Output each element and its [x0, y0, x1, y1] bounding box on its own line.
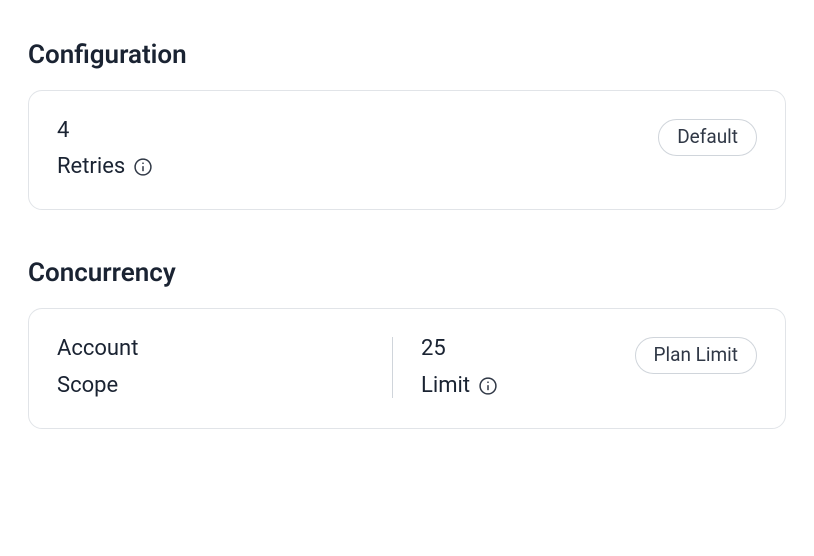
configuration-section: Configuration 4 Retries Default: [28, 40, 786, 210]
limit-content: 25 Limit: [421, 337, 498, 397]
scope-cell: Account Scope: [57, 337, 372, 397]
retries-content: 4 Retries: [57, 119, 153, 179]
limit-label: Limit: [421, 374, 470, 398]
scope-value: Account: [57, 337, 138, 361]
concurrency-card: Account Scope 25 Limit: [28, 308, 786, 428]
info-icon[interactable]: [478, 376, 498, 396]
retries-badge: Default: [658, 119, 757, 156]
cell-divider: [392, 337, 393, 397]
retries-value: 4: [57, 119, 153, 143]
retries-label: Retries: [57, 155, 125, 179]
concurrency-title: Concurrency: [28, 258, 786, 288]
limit-label-row: Limit: [421, 374, 498, 398]
scope-label: Scope: [57, 374, 118, 398]
configuration-card: 4 Retries Default: [28, 90, 786, 210]
info-icon[interactable]: [133, 157, 153, 177]
retries-cell: 4 Retries Default: [57, 119, 757, 179]
limit-value: 25: [421, 337, 498, 361]
configuration-title: Configuration: [28, 40, 786, 70]
retries-label-row: Retries: [57, 155, 153, 179]
limit-badge: Plan Limit: [635, 337, 758, 374]
concurrency-section: Concurrency Account Scope 25 Limit: [28, 258, 786, 428]
scope-content: Account Scope: [57, 337, 138, 397]
scope-label-row: Scope: [57, 374, 138, 398]
limit-cell: 25 Limit Plan Limit: [421, 337, 757, 397]
